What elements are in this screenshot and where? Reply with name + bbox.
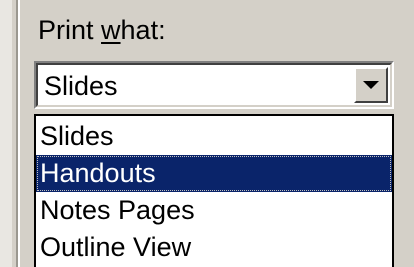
label-text-after: hat:: [120, 15, 166, 45]
dropdown-item-handouts[interactable]: Handouts: [36, 155, 392, 192]
dropdown-item-outline-view[interactable]: Outline View: [36, 229, 392, 266]
print-what-panel: Print what: Slides Slides Handouts Notes…: [0, 0, 414, 267]
left-edge: [0, 0, 12, 267]
print-what-combobox[interactable]: Slides: [34, 61, 394, 109]
print-what-dropdown-list[interactable]: Slides Handouts Notes Pages Outline View: [34, 114, 394, 267]
combobox-field: Slides: [36, 63, 392, 107]
dropdown-item-notes-pages[interactable]: Notes Pages: [36, 192, 392, 229]
print-what-label: Print what:: [38, 14, 166, 46]
dropdown-button[interactable]: [354, 67, 388, 103]
group-divider-highlight: [18, 0, 20, 267]
label-text-before: Print: [38, 15, 102, 45]
combobox-selected-value: Slides: [44, 71, 118, 101]
label-accelerator-key: w: [101, 15, 121, 45]
dropdown-item-slides[interactable]: Slides: [36, 118, 392, 155]
